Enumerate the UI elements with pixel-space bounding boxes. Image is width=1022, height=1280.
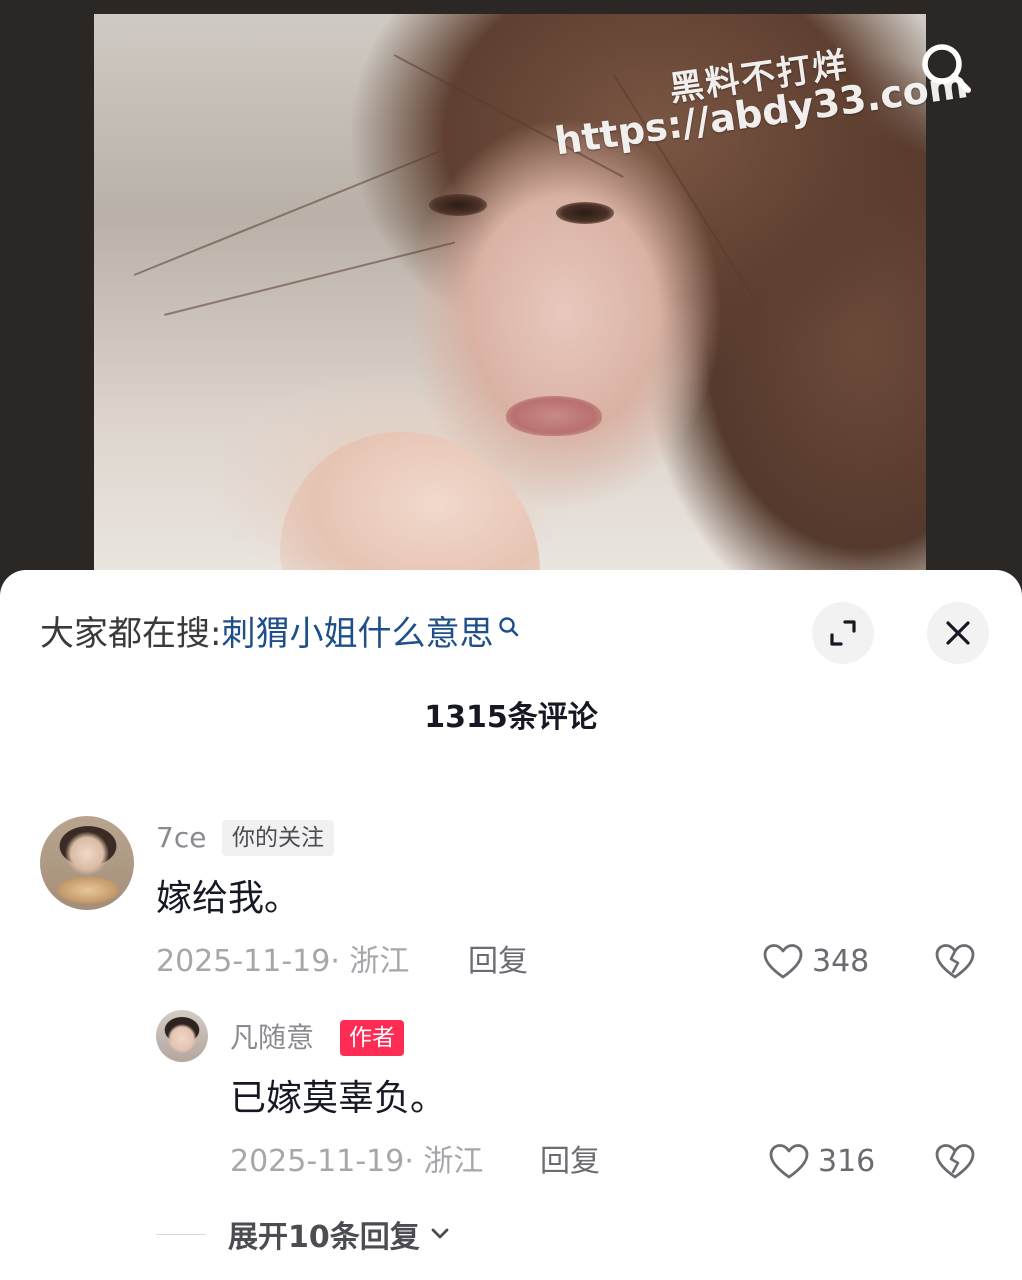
heart-icon[interactable] bbox=[768, 1142, 810, 1182]
comment-text[interactable]: 已嫁莫辜负。 bbox=[230, 1076, 446, 1122]
comment-meta: 2025-11-19· 浙江 bbox=[156, 944, 410, 979]
broken-heart-icon[interactable] bbox=[934, 1142, 976, 1182]
photo-detail bbox=[163, 241, 456, 316]
heart-icon[interactable] bbox=[762, 942, 804, 982]
comment-text[interactable]: 嫁给我。 bbox=[156, 876, 300, 922]
search-suggestion[interactable]: 大家都在搜:刺猬小姐什么意思 bbox=[40, 612, 521, 656]
search-icon[interactable] bbox=[916, 38, 976, 98]
divider bbox=[156, 1233, 206, 1235]
photo-detail bbox=[506, 396, 602, 436]
author-badge: 作者 bbox=[340, 1020, 404, 1056]
close-button[interactable] bbox=[927, 602, 989, 664]
photo-detail bbox=[429, 194, 487, 216]
avatar[interactable] bbox=[40, 816, 134, 910]
search-suggestion-keyword[interactable]: 刺猬小姐什么意思 bbox=[221, 614, 493, 654]
expand-replies-button[interactable]: 展开10条回复 bbox=[156, 1212, 452, 1256]
broken-heart-icon[interactable] bbox=[934, 942, 976, 982]
comment-meta: 2025-11-19· 浙江 bbox=[230, 1144, 484, 1179]
comment-username[interactable]: 凡随意 bbox=[230, 1020, 314, 1056]
comment-username[interactable]: 7ce bbox=[156, 820, 206, 856]
following-badge: 你的关注 bbox=[222, 820, 334, 856]
search-icon bbox=[499, 617, 519, 637]
video-area[interactable]: 黑料不打烊 https://abdy33.com bbox=[0, 0, 1022, 600]
expand-button[interactable] bbox=[812, 602, 874, 664]
expand-icon bbox=[830, 620, 856, 646]
photo-detail bbox=[556, 202, 614, 224]
like-count: 316 bbox=[818, 1144, 876, 1179]
avatar[interactable] bbox=[156, 1010, 208, 1062]
chevron-down-icon bbox=[431, 1228, 449, 1239]
close-icon bbox=[946, 621, 970, 645]
reply-button[interactable]: 回复 bbox=[540, 1142, 600, 1182]
comment-sheet: 大家都在搜:刺猬小姐什么意思 1315条评论 7ce 你的关注 嫁给我。 202… bbox=[0, 570, 1022, 1280]
comment-count: 1315条评论 bbox=[424, 700, 598, 735]
like-count: 348 bbox=[812, 944, 870, 979]
reply-button[interactable]: 回复 bbox=[468, 942, 528, 982]
expand-replies-label: 展开10条回复 bbox=[228, 1220, 420, 1255]
search-suggestion-prefix: 大家都在搜: bbox=[40, 614, 222, 654]
